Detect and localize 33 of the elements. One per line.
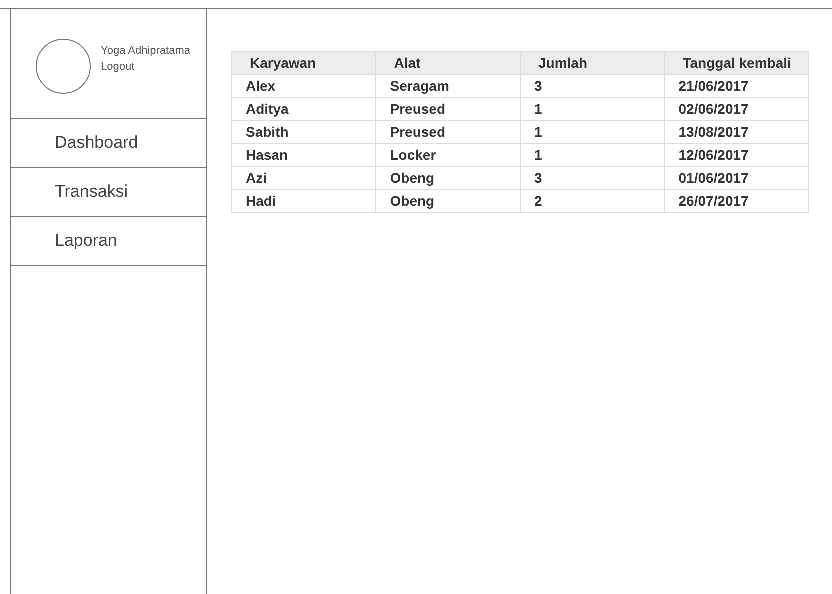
table-cell: Locker: [376, 144, 520, 166]
nav-item[interactable]: Laporan: [11, 217, 206, 266]
table-cell: Preused: [376, 120, 520, 144]
table-cell: Preused: [376, 98, 520, 120]
table-cell: Hadi: [232, 190, 376, 212]
table-cell: 21/06/2017: [664, 74, 808, 98]
table-cell: 26/07/2017: [664, 190, 808, 212]
table-cell: Obeng: [376, 166, 520, 190]
table-cell: 1: [520, 98, 664, 120]
column-header: Karyawan: [232, 52, 376, 74]
table-cell: 1: [520, 120, 664, 144]
table-cell: 02/06/2017: [664, 98, 808, 120]
column-header: Jumlah: [520, 52, 664, 74]
table-cell: Alex: [232, 74, 376, 98]
table-cell: 12/06/2017: [664, 144, 808, 166]
table-cell: Sabith: [232, 120, 376, 144]
column-header: Alat: [376, 52, 520, 74]
nav-item[interactable]: Transaksi: [11, 168, 206, 217]
table-cell: 3: [520, 74, 664, 98]
table-cell: Seragam: [376, 74, 520, 98]
table-cell: Aditya: [232, 98, 376, 120]
column-header: Tanggal kembali: [664, 52, 808, 74]
table-cell: Hasan: [232, 144, 376, 166]
nav-item[interactable]: Dashboard: [11, 119, 206, 168]
user-name: Yoga Adhipratama: [101, 44, 190, 59]
table-cell: 3: [520, 166, 664, 190]
table-cell: Azi: [232, 166, 376, 190]
table-cell: 13/08/2017: [664, 120, 808, 144]
table-cell: Obeng: [376, 190, 520, 212]
table-cell: 2: [520, 190, 664, 212]
table-cell: 1: [520, 144, 664, 166]
table-cell: 01/06/2017: [664, 166, 808, 190]
logout-link[interactable]: Logout: [101, 59, 135, 75]
